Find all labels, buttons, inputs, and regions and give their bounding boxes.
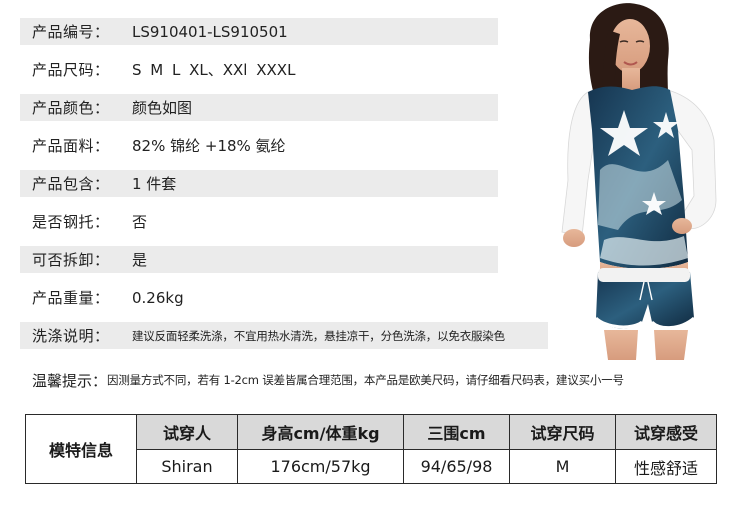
model-info-table: 模特信息 试穿人 身高cm/体重kg 三围cm 试穿尺码 试穿感受 Shiran… <box>25 414 717 484</box>
spec-value: 否 <box>132 213 148 231</box>
cell-measurements: 94/65/98 <box>403 449 510 484</box>
spec-label: 可否拆卸： <box>32 251 110 269</box>
header-measurements: 三围cm <box>403 414 510 450</box>
spec-label: 产品包含： <box>32 175 110 193</box>
spec-label: 产品颜色： <box>32 99 110 117</box>
spec-label: 产品编号： <box>32 23 110 41</box>
spec-row-sizes: 产品尺码： S M L XL、XXl XXXL <box>20 56 548 83</box>
spec-label: 产品面料： <box>32 137 110 155</box>
cell-wearer: Shiran <box>136 449 238 484</box>
spec-value: 82% 锦纶 +18% 氨纶 <box>132 137 286 155</box>
spec-row-package: 产品包含： 1 件套 <box>20 170 498 197</box>
header-size-worn: 试穿尺码 <box>509 414 616 450</box>
spec-row-color: 产品颜色： 颜色如图 <box>20 94 498 121</box>
spec-label: 是否钢托： <box>32 213 110 231</box>
header-height-weight: 身高cm/体重kg <box>237 414 404 450</box>
size-tip: 温馨提示： 因测量方式不同，若有 1-2cm 误差皆属合理范围，本产品是欧美尺码… <box>20 366 735 394</box>
spec-row-washing: 洗涤说明： 建议反面轻柔洗涤，不宜用热水清洗，悬挂凉干，分色洗涤，以免衣服染色 <box>20 322 548 349</box>
cell-feel: 性感舒适 <box>615 449 717 484</box>
spec-row-fabric: 产品面料： 82% 锦纶 +18% 氨纶 <box>20 132 548 159</box>
spec-row-detachable: 可否拆卸： 是 <box>20 246 498 273</box>
tip-value: 因测量方式不同，若有 1-2cm 误差皆属合理范围，本产品是欧美尺码，请仔细看尺… <box>107 373 624 387</box>
spec-label: 洗涤说明： <box>32 327 110 345</box>
spec-value: 0.26kg <box>132 288 184 307</box>
spec-value: 1 件套 <box>132 175 177 193</box>
spec-row-weight: 产品重量： 0.26kg <box>20 284 548 311</box>
header-wearer: 试穿人 <box>136 414 238 450</box>
cell-height-weight: 176cm/57kg <box>237 449 404 484</box>
spec-value: 颜色如图 <box>132 99 193 117</box>
tip-label: 温馨提示： <box>32 371 108 390</box>
spec-label: 产品重量： <box>32 289 110 307</box>
cell-size-worn: M <box>509 449 616 484</box>
spec-value: LS910401-LS910501 <box>132 22 288 41</box>
spec-value: 建议反面轻柔洗涤，不宜用热水清洗，悬挂凉干，分色洗涤，以免衣服染色 <box>132 328 505 343</box>
product-spec-list: 产品编号： LS910401-LS910501 产品尺码： S M L XL、X… <box>20 18 548 360</box>
spec-row-item-number: 产品编号： LS910401-LS910501 <box>20 18 498 45</box>
spec-row-underwire: 是否钢托： 否 <box>20 208 548 235</box>
spec-label: 产品尺码： <box>32 61 110 79</box>
model-photo <box>548 0 750 360</box>
table-header-row: 模特信息 试穿人 身高cm/体重kg 三围cm 试穿尺码 试穿感受 <box>25 414 717 484</box>
spec-value: 是 <box>132 251 148 269</box>
header-feel: 试穿感受 <box>615 414 717 450</box>
model-info-label: 模特信息 <box>25 414 137 484</box>
spec-value: S M L XL、XXl XXXL <box>132 61 296 79</box>
